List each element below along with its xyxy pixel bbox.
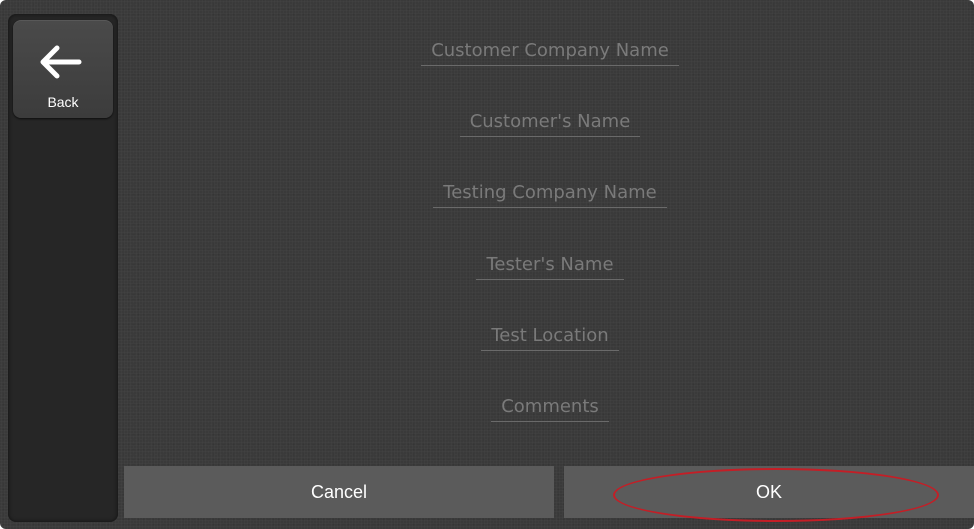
customer-company-name-placeholder[interactable]: Customer Company Name [421,40,679,66]
testing-company-name-placeholder[interactable]: Testing Company Name [433,182,667,208]
screen: Back Customer Company Name Customer's Na… [0,0,974,529]
back-label: Back [47,94,79,110]
customer-name-field[interactable]: Customer's Name [330,111,770,137]
cancel-button[interactable]: Cancel [124,466,554,518]
ok-button[interactable]: OK [564,466,974,518]
test-location-placeholder[interactable]: Test Location [481,325,619,351]
tester-name-placeholder[interactable]: Tester's Name [476,254,624,280]
customer-name-placeholder[interactable]: Customer's Name [459,111,641,137]
back-button[interactable]: Back [13,20,113,118]
comments-field[interactable]: Comments [330,396,770,422]
testing-company-name-field[interactable]: Testing Company Name [330,182,770,208]
customer-company-name-field[interactable]: Customer Company Name [330,40,770,66]
arrow-left-icon [40,45,82,79]
test-location-field[interactable]: Test Location [330,325,770,351]
tester-name-field[interactable]: Tester's Name [330,254,770,280]
comments-placeholder[interactable]: Comments [491,396,609,422]
